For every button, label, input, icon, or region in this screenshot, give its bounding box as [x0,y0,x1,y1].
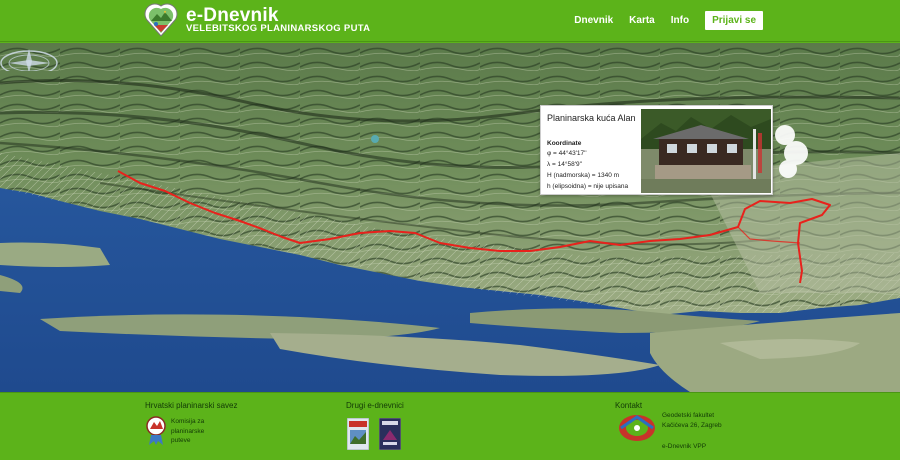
footer-contact-heading: Kontakt [615,401,643,410]
contact-address-1: Geodetski fakultet [662,412,715,419]
nav-karta[interactable]: Karta [629,15,655,26]
footer: Hrvatski planinarski savez Komisija za p… [0,392,900,460]
nav-info[interactable]: Info [671,15,689,26]
brand-subtitle: VELEBITSKOG PLANINARSKOG PUTA [186,23,371,34]
compass-icon [0,49,58,71]
coord-height: H (nadmorska) = 1340 m [547,172,620,179]
contact-site[interactable]: e-Dnevnik VPP [662,442,762,452]
coord-lambda: λ = 14°58'9'' [547,161,583,168]
hps-text[interactable]: Komisija za planinarske puteve [171,417,223,446]
faculty-logo-icon[interactable] [617,413,657,443]
hut-info-card: Planinarska kuća Alan Koordinate φ = 44°… [540,105,773,195]
header: e-Dnevnik VELEBITSKOG PLANINARSKOG PUTA … [0,0,900,42]
diary-cover-1-icon[interactable] [347,418,369,450]
coords-heading: Koordinate [547,140,582,147]
footer-others-heading: Drugi e-dnevnici [346,401,404,410]
main-nav: Dnevnik Karta Info Prijavi se [558,11,763,30]
map-view[interactable]: Planinarska kuća Alan Koordinate φ = 44°… [0,43,900,392]
mountain-badge-icon[interactable] [144,3,178,37]
hut-name: Planinarska kuća Alan [547,113,636,123]
hut-photo [641,109,771,193]
coord-phi: φ = 44°43'17'' [547,150,587,157]
diary-cover-2-icon[interactable] [379,418,401,450]
nav-dnevnik[interactable]: Dnevnik [574,15,613,26]
login-button[interactable]: Prijavi se [705,11,763,30]
coord-ellipsoid: h (elipsoidna) = nije upisana [547,183,629,190]
terrain-map[interactable] [0,43,900,392]
footer-hps-heading[interactable]: Hrvatski planinarski savez [145,401,237,410]
contact-address-2: Kačićeva 26, Zagreb [662,422,722,429]
hps-logo-icon[interactable] [146,415,166,447]
